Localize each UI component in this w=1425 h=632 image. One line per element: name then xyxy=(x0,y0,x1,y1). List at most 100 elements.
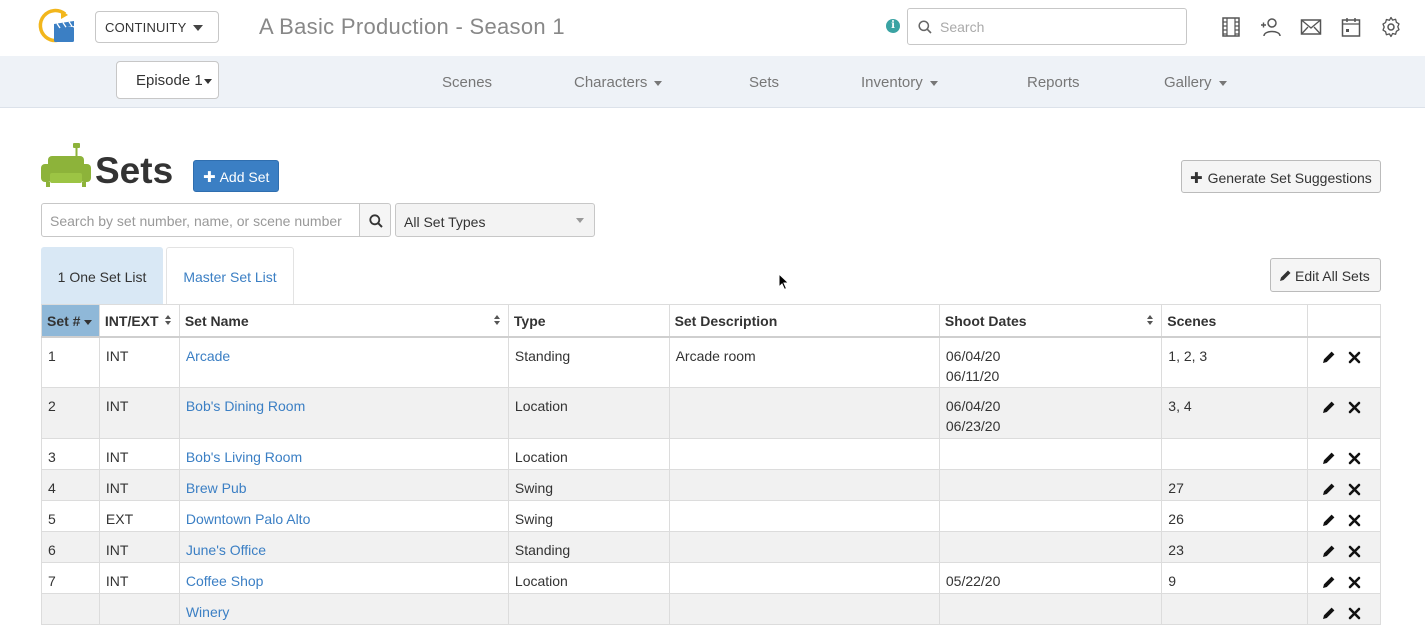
table-row: 3 INT Bob's Living Room Location xyxy=(41,438,1382,470)
delete-set-close-icon[interactable] xyxy=(1348,349,1364,365)
app-logo-icon[interactable] xyxy=(37,8,77,46)
edit-set-pencil-icon[interactable] xyxy=(1322,543,1338,559)
cell-set-name: Arcade xyxy=(178,336,509,388)
delete-set-close-icon[interactable] xyxy=(1348,574,1364,590)
episode-dropdown[interactable]: Episode 1 xyxy=(116,61,219,99)
cell-shoot-dates: 06/04/20 06/23/20 xyxy=(938,387,1163,439)
set-name-link[interactable]: Bob's Living Room xyxy=(186,449,302,465)
table-row: 2 INT Bob's Dining Room Location 06/04/20 06/… xyxy=(41,387,1382,439)
search-icon xyxy=(918,20,932,34)
cell-shoot-dates: 06/04/20 06/11/20 xyxy=(938,336,1163,388)
nav-sets[interactable]: Sets xyxy=(749,74,779,91)
nav-scenes[interactable]: Scenes xyxy=(442,74,492,91)
col-header-shoot-dates[interactable]: Shoot Dates xyxy=(938,304,1163,338)
delete-set-close-icon[interactable] xyxy=(1348,399,1364,415)
chevron-down-icon xyxy=(929,80,938,86)
sort-icon xyxy=(164,315,172,327)
module-dropdown-label: CONTINUITY xyxy=(105,20,187,35)
edit-set-pencil-icon[interactable] xyxy=(1322,349,1338,365)
add-set-button[interactable]: ✚ Add Set xyxy=(193,160,279,192)
table-row: 4 INT Brew Pub Swing 27 xyxy=(41,469,1382,501)
page-title: Sets xyxy=(95,150,174,191)
couch-icon xyxy=(41,143,91,187)
nav-inventory[interactable]: Inventory xyxy=(861,74,938,91)
cell-shoot-dates: 05/22/20 xyxy=(938,562,1163,594)
cell-set-name: Bob's Living Room xyxy=(178,438,509,470)
nav-gallery[interactable]: Gallery xyxy=(1164,74,1227,91)
cell-set-number: 7 xyxy=(41,562,100,594)
cell-shoot-dates xyxy=(938,469,1163,501)
edit-set-pencil-icon[interactable] xyxy=(1322,481,1338,497)
cell-int-ext: INT xyxy=(98,438,180,470)
cell-shoot-dates xyxy=(938,438,1163,470)
sort-desc-icon xyxy=(84,319,93,325)
tab-one-set-list[interactable]: 1 One Set List xyxy=(41,247,163,304)
set-name-link[interactable]: Bob's Dining Room xyxy=(186,398,305,414)
delete-set-close-icon[interactable] xyxy=(1348,605,1364,621)
edit-set-pencil-icon[interactable] xyxy=(1322,399,1338,415)
set-name-link[interactable]: Coffee Shop xyxy=(186,573,264,589)
cell-scenes: 23 xyxy=(1161,531,1308,563)
global-search[interactable] xyxy=(907,8,1187,45)
module-dropdown[interactable]: CONTINUITY xyxy=(95,11,219,43)
cell-type: Location xyxy=(507,562,670,594)
col-header-set-number[interactable]: Set # xyxy=(41,304,100,338)
cell-type: Swing xyxy=(507,469,670,501)
gear-icon[interactable] xyxy=(1380,16,1402,38)
set-search[interactable] xyxy=(41,203,360,237)
set-name-link[interactable]: Arcade xyxy=(186,348,230,364)
tab-master-set-list[interactable]: Master Set List xyxy=(166,247,294,304)
edit-set-pencil-icon[interactable] xyxy=(1322,605,1338,621)
calendar-icon[interactable] xyxy=(1340,16,1362,38)
set-name-link[interactable]: Brew Pub xyxy=(186,480,247,496)
col-header-set-description: Set Description xyxy=(668,304,940,338)
set-type-filter-label: All Set Types xyxy=(404,214,486,230)
set-name-link[interactable]: June's Office xyxy=(186,542,266,558)
set-name-link[interactable]: Downtown Palo Alto xyxy=(186,511,311,527)
cell-set-number: 6 xyxy=(41,531,100,563)
sets-table-body: 1 INT Arcade Standing Arcade room 06/04/20 06/… xyxy=(41,336,1382,625)
film-icon[interactable] xyxy=(1220,16,1242,38)
cell-int-ext: INT xyxy=(98,469,180,501)
cell-type: Swing xyxy=(507,500,670,532)
set-search-input[interactable] xyxy=(50,212,350,230)
delete-set-close-icon[interactable] xyxy=(1348,512,1364,528)
table-row: 7 INT Coffee Shop Location 05/22/20 9 xyxy=(41,562,1382,594)
chevron-down-icon xyxy=(1218,80,1227,86)
shoot-date: 06/04/20 xyxy=(945,347,1001,364)
cell-set-number: 2 xyxy=(41,387,100,439)
cell-type: Location xyxy=(507,387,670,439)
nav-reports[interactable]: Reports xyxy=(1027,74,1080,91)
cell-actions xyxy=(1306,562,1382,594)
nav-characters[interactable]: Characters xyxy=(574,74,663,91)
delete-set-close-icon[interactable] xyxy=(1348,450,1364,466)
cell-int-ext: INT xyxy=(98,387,180,439)
edit-all-sets-button[interactable]: Edit All Sets xyxy=(1270,258,1381,292)
info-icon[interactable]: i xyxy=(886,19,900,33)
set-search-button[interactable] xyxy=(359,203,391,237)
shoot-date: 06/04/20 xyxy=(945,398,1001,414)
set-type-filter[interactable]: All Set Types xyxy=(395,203,595,237)
col-header-int-ext[interactable]: INT/EXT xyxy=(98,304,180,338)
delete-set-close-icon[interactable] xyxy=(1348,543,1364,559)
edit-set-pencil-icon[interactable] xyxy=(1322,512,1338,528)
set-name-link[interactable]: Winery xyxy=(186,604,230,620)
cell-type: Standing xyxy=(507,531,670,563)
cell-shoot-dates xyxy=(938,593,1163,625)
cell-set-description xyxy=(668,438,940,470)
global-search-input[interactable] xyxy=(940,17,1180,37)
main-nav: Episode 1 Scenes Characters Sets Invento… xyxy=(0,56,1425,108)
col-header-set-name[interactable]: Set Name xyxy=(178,304,509,338)
cell-scenes: 3, 4 xyxy=(1161,387,1308,439)
generate-set-suggestions-button[interactable]: ✚ Generate Set Suggestions xyxy=(1181,160,1381,193)
mail-icon[interactable] xyxy=(1300,16,1322,38)
cell-actions xyxy=(1306,387,1382,439)
delete-set-close-icon[interactable] xyxy=(1348,481,1364,497)
add-user-icon[interactable] xyxy=(1260,16,1282,38)
edit-set-pencil-icon[interactable] xyxy=(1322,450,1338,466)
shoot-date: 05/22/20 xyxy=(945,573,1001,589)
edit-set-pencil-icon[interactable] xyxy=(1322,574,1338,590)
chevron-down-icon xyxy=(193,25,203,31)
col-header-scenes: Scenes xyxy=(1161,304,1308,338)
top-bar: CONTINUITY A Basic Production - Season 1… xyxy=(0,0,1425,56)
